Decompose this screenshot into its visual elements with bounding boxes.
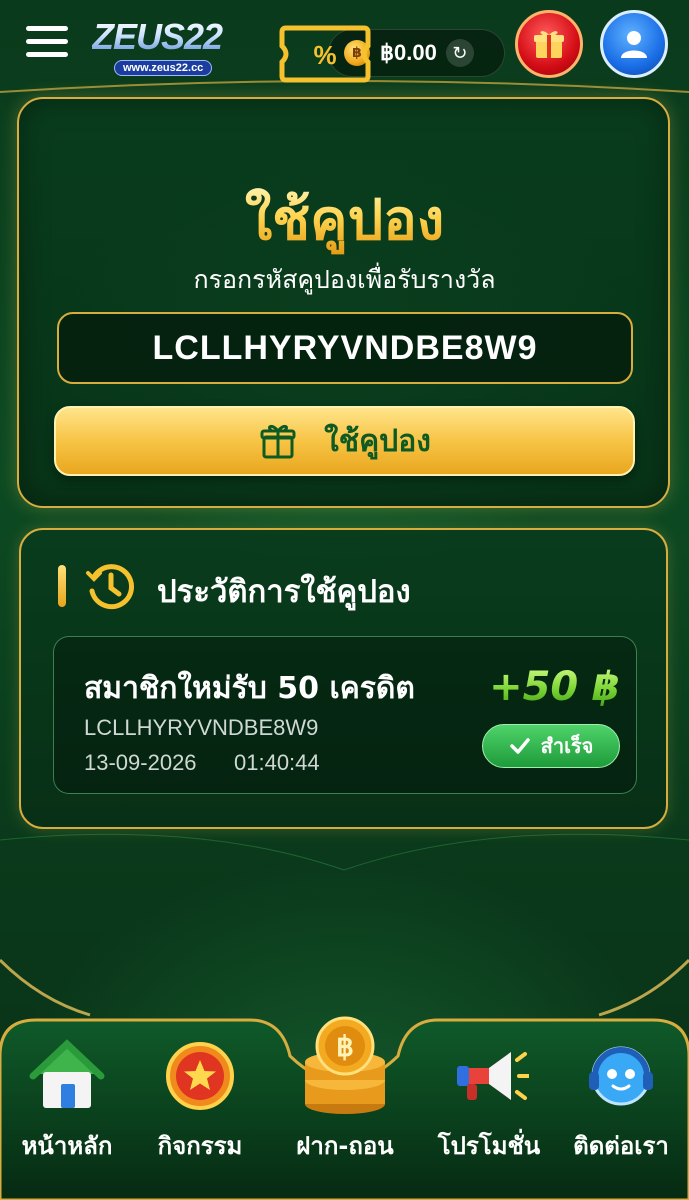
history-item-time: 01:40:44 (234, 750, 320, 775)
home-icon (29, 1039, 105, 1108)
nav-label: กิจกรรม (157, 1132, 243, 1160)
star-badge-icon (166, 1042, 234, 1110)
refresh-balance-icon[interactable]: ↻ (445, 39, 474, 67)
brand-logo[interactable]: ZEUS22 www.zeus22.cc (92, 18, 242, 76)
history-item-date: 13-09-2026 (84, 750, 197, 775)
check-icon (509, 738, 530, 754)
nav-label: หน้าหลัก (21, 1132, 113, 1160)
nav-label: ติดต่อเรา (573, 1132, 669, 1160)
svg-text:%: % (313, 40, 336, 70)
history-item-title: สมาชิกใหม่รับ 50 เครดิต (84, 671, 415, 706)
svg-text:฿: ฿ (336, 1031, 354, 1062)
gift-icon (534, 31, 564, 58)
logo-url: www.zeus22.cc (114, 60, 213, 76)
nav-item-home[interactable]: หน้าหลัก (2, 1036, 132, 1186)
redeem-coupon-button[interactable]: ใช้คูปอง (54, 406, 635, 476)
nav-item-activities[interactable]: กิจกรรม (135, 1036, 265, 1186)
coupon-code-input[interactable] (57, 312, 633, 384)
coupon-title: ใช้คูปอง (0, 186, 689, 256)
hamburger-menu-icon[interactable] (26, 26, 68, 60)
logo-text: ZEUS22 (92, 18, 242, 56)
coupon-ticket-icon: % (279, 25, 371, 83)
balance-amount: ฿0.00 (380, 40, 437, 65)
support-headset-icon (589, 1046, 653, 1106)
history-item-amount: +50 ฿ (470, 664, 620, 710)
gift-icon (260, 424, 296, 459)
user-icon (621, 31, 647, 58)
nav-item-deposit-withdraw[interactable]: ฿ ฝาก-ถอน (282, 1016, 408, 1186)
coupon-subtitle: กรอกรหัสคูปองเพื่อรับรางวัล (193, 265, 496, 294)
profile-button[interactable] (600, 10, 668, 78)
history-item-code: LCLLHYRYVNDBE8W9 (84, 715, 319, 740)
nav-item-promotions[interactable]: โปรโมชั่น (424, 1036, 554, 1186)
status-badge: สำเร็จ (482, 724, 620, 768)
nav-label: ฝาก-ถอน (296, 1132, 394, 1160)
gift-button[interactable] (515, 10, 583, 78)
history-title: ประวัติการใช้คูปอง (157, 574, 411, 610)
redeem-button-label: ใช้คูปอง (324, 423, 431, 459)
history-clock-icon (86, 564, 134, 610)
section-accent-bar (58, 565, 66, 607)
nav-item-contact[interactable]: ติดต่อเรา (556, 1036, 686, 1186)
status-label: สำเร็จ (540, 734, 594, 758)
nav-label: โปรโมชั่น (437, 1132, 541, 1160)
coin-stack-icon: ฿ (305, 1016, 385, 1114)
megaphone-icon (457, 1052, 529, 1100)
bottom-navigation: หน้าหลัก กิจกรรม ฿ ฝาก-ถอน โปรโมชั่น ติด… (0, 1016, 689, 1200)
